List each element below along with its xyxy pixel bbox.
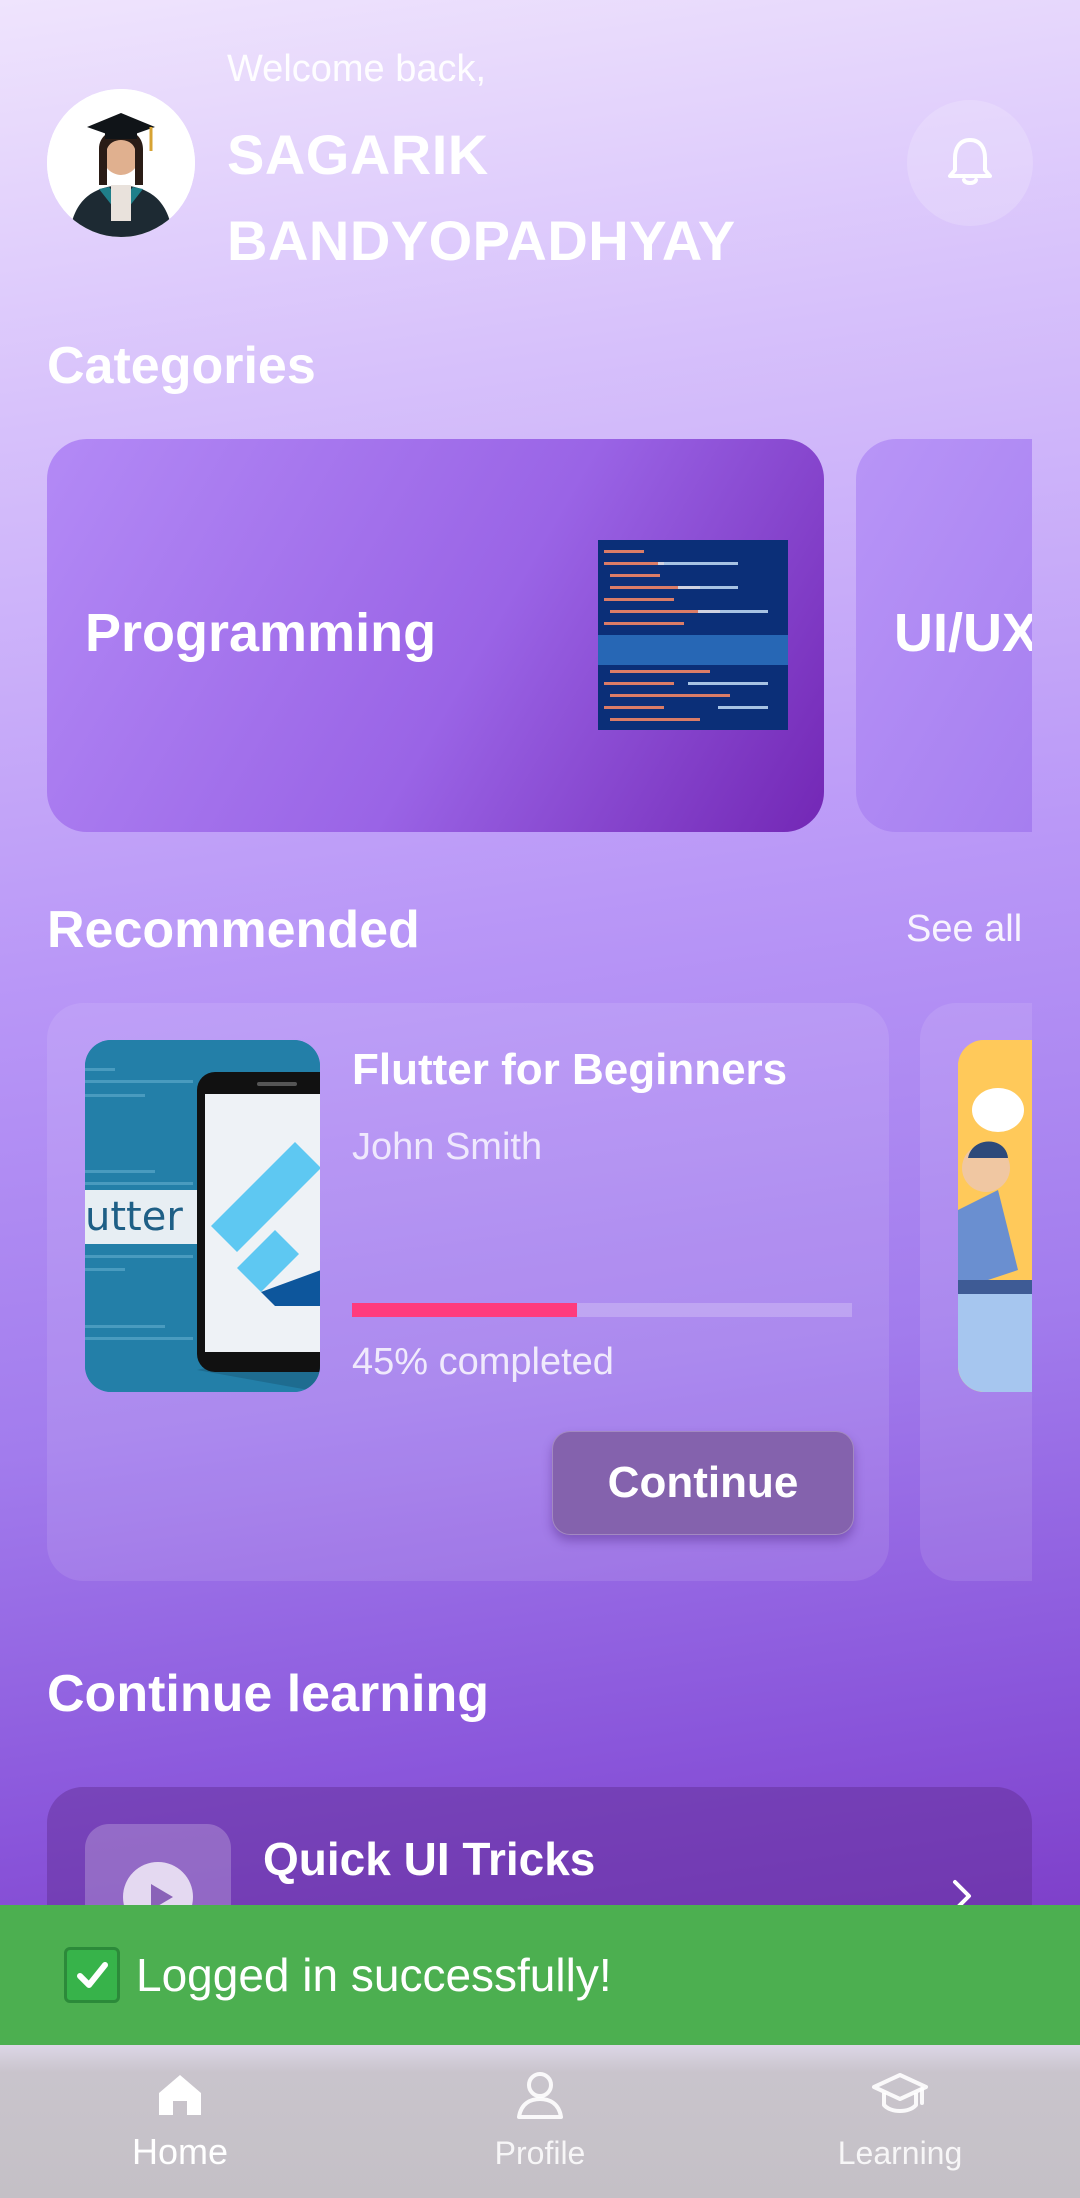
bottom-navigation: Home Profile Learning <box>0 2045 1080 2198</box>
category-label: UI/UX <box>894 603 1032 663</box>
snackbar: Logged in successfully! <box>0 1905 1080 2045</box>
nav-label-learning: Learning <box>837 2135 963 2171</box>
course-illustration <box>958 1040 1032 1392</box>
recommended-heading: Recommended <box>47 901 420 959</box>
continue-button[interactable]: Continue <box>552 1431 854 1535</box>
category-label: Programming <box>85 603 437 663</box>
course-progress-fill <box>352 1303 577 1317</box>
user-avatar[interactable] <box>47 89 195 237</box>
course-progress-label: 45% completed <box>352 1341 614 1383</box>
course-title: Flutter for Beginners <box>352 1045 788 1094</box>
notifications-button[interactable] <box>907 100 1033 226</box>
user-name: SAGARIK BANDYOPADHYAY <box>227 123 736 272</box>
nav-item-learning[interactable]: Learning <box>720 2045 1080 2198</box>
nav-label-home: Home <box>131 2131 229 2172</box>
course-card[interactable]: utter Flutter for Beginners John Smith 4… <box>47 1003 889 1581</box>
nav-item-home[interactable]: Home <box>0 2045 360 2198</box>
course-progress-bar <box>352 1303 852 1317</box>
person-icon <box>515 2069 565 2126</box>
categories-heading: Categories <box>47 337 316 395</box>
welcome-text: Welcome back, <box>227 48 487 90</box>
continue-learning-heading: Continue learning <box>47 1665 489 1723</box>
flutter-course-image: utter <box>85 1040 320 1392</box>
course-author: John Smith <box>352 1126 543 1168</box>
bell-icon <box>947 136 993 191</box>
snackbar-message: Logged in successfully! <box>136 1949 612 2001</box>
nav-item-profile[interactable]: Profile <box>360 2045 720 2198</box>
category-card-uiux[interactable]: UI/UX <box>856 439 1032 832</box>
svg-text:utter: utter <box>85 1194 183 1240</box>
graduation-cap-icon <box>871 2069 929 2124</box>
check-mark-icon <box>64 1947 120 2003</box>
code-image <box>598 540 788 730</box>
course-card-partial[interactable] <box>920 1003 1032 1581</box>
home-icon <box>155 2069 205 2124</box>
category-card-programming[interactable]: Programming <box>47 439 824 832</box>
see-all-link[interactable]: See all <box>906 908 1022 951</box>
lesson-title: Quick UI Tricks <box>263 1833 596 1885</box>
nav-label-profile: Profile <box>494 2135 586 2171</box>
